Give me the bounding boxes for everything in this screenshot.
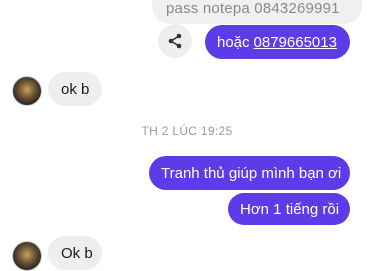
message-text: Tranh thủ giúp mình bạn ơi [161, 164, 342, 182]
message-text: ok b [61, 80, 90, 98]
avatar[interactable] [12, 241, 42, 271]
avatar[interactable] [12, 76, 42, 106]
share-button[interactable] [158, 24, 192, 58]
incoming-message-bubble[interactable]: Ok b [48, 236, 102, 270]
message-text: Hơn 1 tiếng rồi [240, 200, 340, 218]
timestamp: TH 2 LÚC 19:25 [141, 124, 233, 138]
outgoing-message-bubble[interactable]: hoặc 0879665013 [205, 25, 350, 59]
message-text: hoặc [217, 33, 250, 51]
outgoing-message-bubble[interactable]: Tranh thủ giúp mình bạn ơi [149, 156, 350, 190]
phone-link[interactable]: 0879665013 [254, 34, 337, 51]
outgoing-message-bubble[interactable]: Hơn 1 tiếng rồi [228, 193, 350, 225]
incoming-message-bubble[interactable]: ok b [48, 72, 102, 106]
message-text: Ok b [61, 244, 93, 262]
forwarded-message-text: pass notepa 0843269991 [166, 0, 340, 17]
share-icon [168, 33, 182, 49]
